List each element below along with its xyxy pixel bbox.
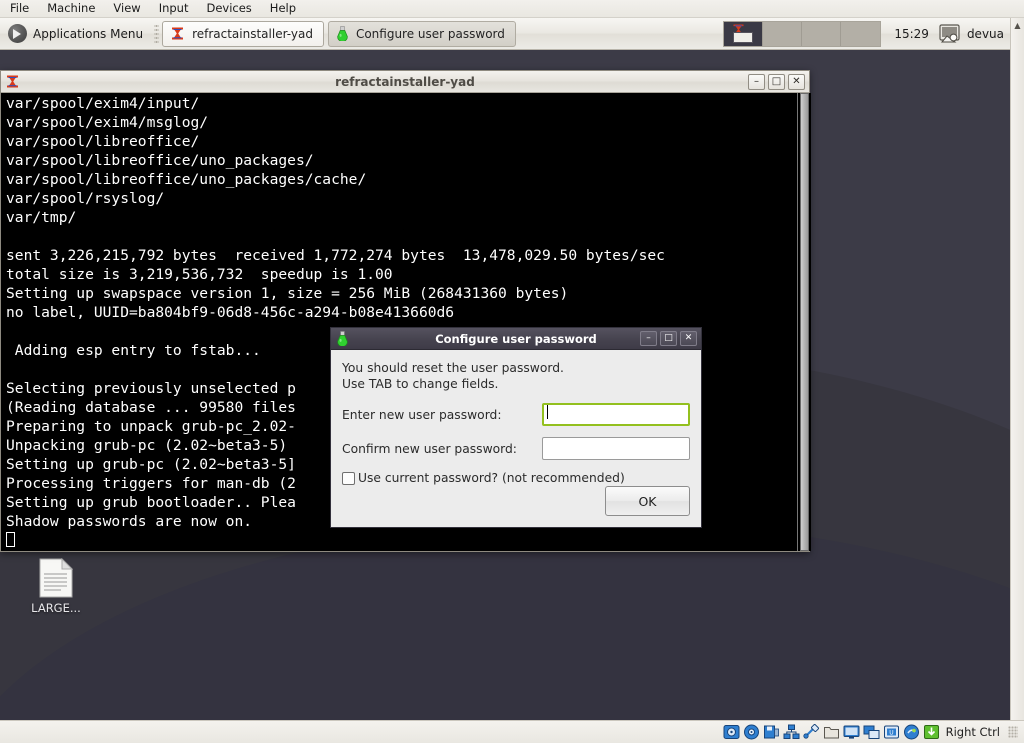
virtualbox-menubar: File Machine View Input Devices Help [0,0,1024,18]
display-settings-icon[interactable] [938,23,962,45]
taskbar-item-refractainstaller-yad[interactable]: refractainstaller-yad [162,21,324,47]
hard-disk-icon[interactable] [723,724,740,740]
remote-desktop-icon[interactable] [863,724,880,740]
menu-devices[interactable]: Devices [197,0,260,17]
applications-menu-icon [8,24,27,43]
terminal-line: var/tmp/ [6,208,797,227]
virtualbox-statusbar: U Right Ctrl [0,720,1024,743]
terminal-line: total size is 3,219,536,732 speedup is 1… [6,265,797,284]
use-current-password-row[interactable]: Use current password? (not recommended) [342,471,690,485]
dialog-close-button[interactable]: ✕ [680,331,697,346]
optical-drive-icon[interactable] [743,724,760,740]
enter-password-label: Enter new user password: [342,408,542,422]
desktop-icon-large-label: LARGE... [31,601,81,615]
applications-menu-button[interactable]: Applications Menu [2,20,151,48]
terminal-line: var/spool/libreoffice/uno_packages/ [6,151,797,170]
scroll-up-arrow-icon[interactable]: ▲ [1011,18,1024,32]
xfce-panel: Applications Menu refractainstaller-yad … [0,18,1010,50]
applications-menu-label: Applications Menu [33,27,143,41]
menu-file[interactable]: File [0,0,38,17]
dialog-message-line1: You should reset the user password. [342,360,690,376]
dialog-message-line2: Use TAB to change fields. [342,376,690,392]
dialog-window-buttons: – □ ✕ [640,331,701,346]
terminal-scrollbar-thumb[interactable] [800,93,809,551]
panel-user-label[interactable]: devua [967,27,1010,41]
terminal-line [6,227,797,246]
workspace-2[interactable] [763,22,802,46]
dialog-maximize-button[interactable]: □ [660,331,677,346]
menu-view[interactable]: View [104,0,149,17]
text-caret [547,405,548,419]
menu-machine[interactable]: Machine [38,0,104,17]
taskbar-item-label: Configure user password [356,27,505,41]
confirm-password-row: Confirm new user password: [342,437,690,460]
taskbar-item-label: refractainstaller-yad [192,27,313,41]
terminal-titlebar[interactable]: refractainstaller-yad – □ ✕ [1,71,809,93]
guest-vertical-scrollbar[interactable]: ▲ [1010,18,1024,720]
terminal-line: Setting up swapspace version 1, size = 2… [6,284,797,303]
flask-icon [336,331,349,346]
workspace-1-window [733,32,753,43]
floppy-icon[interactable] [763,724,780,740]
recording-icon[interactable]: U [883,724,900,740]
document-icon [39,558,73,598]
use-current-password-checkbox[interactable] [342,472,355,485]
terminal-line: no label, UUID=ba804bf9-06d8-456c-a294-b… [6,303,797,322]
display-icon[interactable] [843,724,860,740]
menu-input[interactable]: Input [150,0,198,17]
terminal-line: var/spool/exim4/msglog/ [6,113,797,132]
terminal-cursor [6,531,797,550]
host-key-icon[interactable] [923,724,940,740]
workspace-4[interactable] [841,22,880,46]
host-key-label: Right Ctrl [946,725,1000,739]
xterm-icon [5,74,20,89]
terminal-line: var/spool/libreoffice/ [6,132,797,151]
terminal-line: var/spool/rsyslog/ [6,189,797,208]
confirm-password-input[interactable] [542,437,690,460]
configure-user-password-dialog[interactable]: Configure user password – □ ✕ You should… [330,327,702,528]
menu-help[interactable]: Help [261,0,305,17]
panel-right-area: 15:29 devua [723,18,1010,50]
dialog-body: You should reset the user password. Use … [331,350,701,528]
usb-icon[interactable] [803,724,820,740]
workspace-3[interactable] [802,22,841,46]
guest-screen: SMALL... LARGE... refractainstaller-yad … [0,18,1010,720]
dialog-minimize-button[interactable]: – [640,331,657,346]
maximize-button[interactable]: □ [768,74,785,90]
workspace-1[interactable] [724,22,763,46]
svg-text:U: U [889,730,893,737]
flask-icon [336,26,349,41]
xterm-icon [170,26,185,41]
use-current-password-label: Use current password? (not recommended) [358,471,625,485]
network-icon[interactable] [783,724,800,740]
terminal-title: refractainstaller-yad [1,75,809,89]
taskbar-item-configure-user-password[interactable]: Configure user password [328,21,516,47]
shared-folder-icon[interactable] [823,724,840,740]
terminal-scrollbar[interactable] [797,93,811,551]
enter-password-input[interactable] [542,403,690,426]
enter-password-row: Enter new user password: [342,403,690,426]
mouse-integration-icon[interactable] [903,724,920,740]
terminal-line: var/spool/libreoffice/uno_packages/cache… [6,170,797,189]
minimize-button[interactable]: – [748,74,765,90]
resize-grip[interactable] [1008,726,1018,738]
terminal-window-buttons: – □ ✕ [748,74,809,90]
terminal-line: sent 3,226,215,792 bytes received 1,772,… [6,246,797,265]
panel-clock[interactable]: 15:29 [885,18,938,50]
terminal-line: var/spool/exim4/input/ [6,94,797,113]
close-button[interactable]: ✕ [788,74,805,90]
panel-separator [154,23,159,45]
ok-button[interactable]: OK [605,486,690,516]
desktop-icon-large[interactable]: LARGE... [14,558,98,615]
confirm-password-label: Confirm new user password: [342,442,542,456]
workspace-switcher[interactable] [723,21,881,47]
dialog-titlebar[interactable]: Configure user password – □ ✕ [331,328,701,350]
